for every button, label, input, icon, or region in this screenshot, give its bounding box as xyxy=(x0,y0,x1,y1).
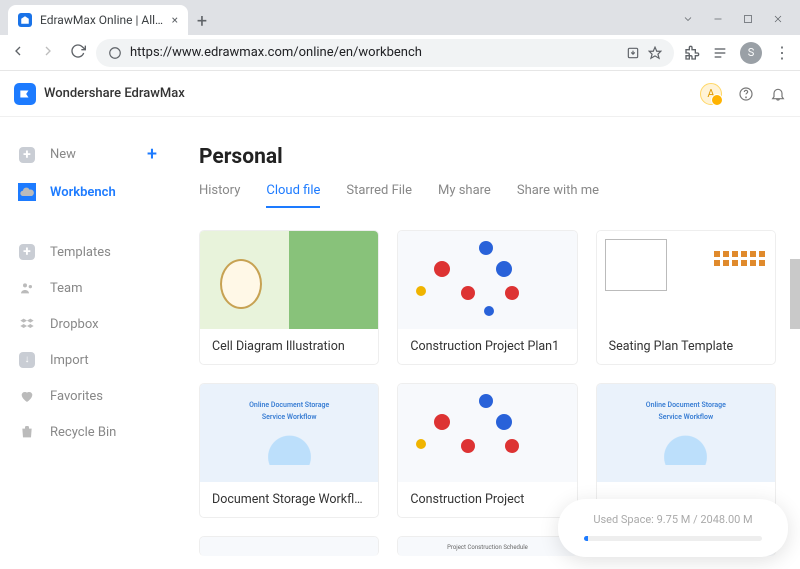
sidebar-item-label: Import xyxy=(50,353,89,368)
sidebar-item-recycle-bin[interactable]: Recycle Bin xyxy=(0,414,175,450)
file-card[interactable]: Online Document StorageService Workflow xyxy=(596,383,776,518)
sidebar-item-new[interactable]: + New + xyxy=(0,135,175,174)
toolbar-right: S ⋮ xyxy=(684,42,790,64)
header-actions: A xyxy=(700,83,786,105)
sidebar-item-label: New xyxy=(50,147,76,162)
tab-close-icon[interactable]: × xyxy=(172,13,178,27)
file-title: Construction Project xyxy=(398,482,576,517)
sidebar: + New + Workbench + Templates Team Dropbox… xyxy=(0,117,175,569)
tab-favicon-icon xyxy=(18,13,32,27)
tab-starred-file[interactable]: Starred File xyxy=(346,183,412,208)
main-content: Personal History Cloud file Starred File… xyxy=(175,117,800,569)
file-thumbnail: Online Document StorageService Workflow xyxy=(597,384,775,482)
chevron-down-icon[interactable] xyxy=(682,10,694,29)
browser-toolbar: https://www.edrawmax.com/online/en/workb… xyxy=(0,35,800,71)
app-body: + New + Workbench + Templates Team Dropbox… xyxy=(0,117,800,569)
storage-bar xyxy=(584,536,762,541)
new-tab-button[interactable]: + xyxy=(188,7,216,35)
sidebar-item-label: Workbench xyxy=(50,185,116,200)
sidebar-item-templates[interactable]: + Templates xyxy=(0,234,175,270)
window-controls xyxy=(682,10,792,35)
sidebar-item-label: Favorites xyxy=(50,389,103,404)
user-avatar[interactable]: A xyxy=(700,83,722,105)
install-app-icon[interactable] xyxy=(626,46,640,60)
trash-icon xyxy=(18,423,36,441)
url-bar[interactable]: https://www.edrawmax.com/online/en/workb… xyxy=(96,39,674,67)
brand-name: Wondershare EdrawMax xyxy=(44,86,185,101)
file-card[interactable]: Construction Project xyxy=(397,383,577,518)
scrollbar-thumb[interactable] xyxy=(790,259,800,329)
sidebar-item-workbench[interactable]: Workbench xyxy=(0,174,175,210)
maximize-icon[interactable] xyxy=(742,10,754,29)
storage-label: Used Space: 9.75 M / 2048.00 M xyxy=(584,513,762,526)
tab-cloud-file[interactable]: Cloud file xyxy=(266,183,320,208)
bookmark-star-icon[interactable] xyxy=(648,46,662,60)
file-card[interactable]: Project Construction Schedule xyxy=(397,536,577,556)
file-title: Cell Diagram Illustration xyxy=(200,329,378,364)
file-thumbnail: Project Construction Schedule xyxy=(398,537,576,556)
reading-list-icon[interactable] xyxy=(712,45,728,61)
sidebar-item-favorites[interactable]: Favorites xyxy=(0,378,175,414)
add-plus-icon[interactable]: + xyxy=(147,144,157,165)
minimize-icon[interactable] xyxy=(712,10,724,29)
sidebar-item-label: Dropbox xyxy=(50,317,99,332)
file-card[interactable]: Construction Project Plan1 xyxy=(397,230,577,365)
tab-history[interactable]: History xyxy=(199,183,240,208)
bell-icon[interactable] xyxy=(770,86,786,102)
plus-square-icon: + xyxy=(18,146,36,164)
file-card[interactable]: Online Document StorageService Workflow … xyxy=(199,383,379,518)
extensions-icon[interactable] xyxy=(684,45,700,61)
sidebar-item-label: Team xyxy=(50,281,83,296)
brand[interactable]: Wondershare EdrawMax xyxy=(14,83,185,105)
sidebar-item-label: Recycle Bin xyxy=(50,425,116,440)
file-thumbnail xyxy=(200,231,378,329)
sidebar-item-dropbox[interactable]: Dropbox xyxy=(0,306,175,342)
help-icon[interactable] xyxy=(738,86,754,102)
brand-logo-icon xyxy=(14,83,36,105)
storage-indicator: Used Space: 9.75 M / 2048.00 M xyxy=(558,499,788,557)
url-text: https://www.edrawmax.com/online/en/workb… xyxy=(130,45,422,60)
app-header: Wondershare EdrawMax A xyxy=(0,71,800,117)
plus-square-icon: + xyxy=(18,243,36,261)
tab-row: EdrawMax Online | All-in-One Diag × + xyxy=(8,0,216,35)
browser-profile-avatar[interactable]: S xyxy=(740,42,762,64)
file-title: Document Storage Workflo... xyxy=(200,482,378,517)
content-tabs: History Cloud file Starred File My share… xyxy=(199,183,776,208)
team-icon xyxy=(18,279,36,297)
dropbox-icon xyxy=(18,315,36,333)
import-icon: ↓ xyxy=(18,351,36,369)
sidebar-item-import[interactable]: ↓ Import xyxy=(0,342,175,378)
reload-icon[interactable] xyxy=(70,43,86,63)
file-thumbnail xyxy=(200,537,378,556)
site-info-icon xyxy=(108,46,122,60)
back-icon[interactable] xyxy=(10,43,26,63)
tab-share-with-me[interactable]: Share with me xyxy=(517,183,599,208)
nav-buttons xyxy=(10,43,86,63)
file-card[interactable]: Cell Diagram Illustration xyxy=(199,230,379,365)
heart-icon xyxy=(18,387,36,405)
file-thumbnail: Online Document StorageService Workflow xyxy=(200,384,378,482)
sidebar-item-team[interactable]: Team xyxy=(0,270,175,306)
cloud-icon xyxy=(18,183,36,201)
page-title: Personal xyxy=(199,145,776,169)
tab-my-share[interactable]: My share xyxy=(438,183,491,208)
file-thumbnail xyxy=(398,231,576,329)
file-title: Seating Plan Template xyxy=(597,329,775,364)
file-card[interactable] xyxy=(199,536,379,556)
sidebar-item-label: Templates xyxy=(50,245,111,260)
file-card[interactable]: Seating Plan Template xyxy=(596,230,776,365)
file-thumbnail xyxy=(398,384,576,482)
forward-icon[interactable] xyxy=(40,43,56,63)
browser-tabstrip: EdrawMax Online | All-in-One Diag × + xyxy=(0,0,800,35)
close-icon[interactable] xyxy=(772,10,784,29)
tab-title: EdrawMax Online | All-in-One Diag xyxy=(40,13,164,27)
browser-menu-icon[interactable]: ⋮ xyxy=(774,43,790,62)
file-thumbnail xyxy=(597,231,775,329)
browser-tab[interactable]: EdrawMax Online | All-in-One Diag × xyxy=(8,5,188,35)
file-title: Construction Project Plan1 xyxy=(398,329,576,364)
